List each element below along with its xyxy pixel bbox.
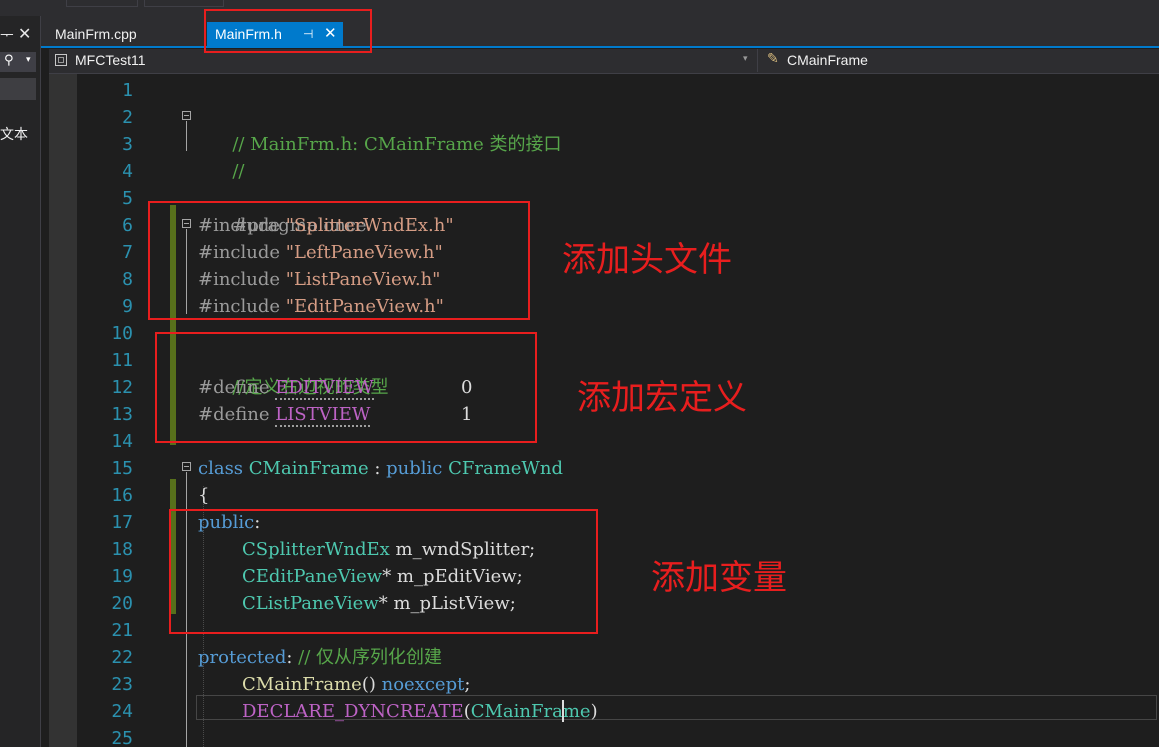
code-punct: () bbox=[361, 674, 376, 695]
line-number: 17 bbox=[111, 512, 133, 533]
class-label: CMainFrame bbox=[787, 52, 868, 68]
macro-name: DECLARE_DYNCREATE bbox=[242, 701, 464, 722]
code-comment: // 仅从序列化创建 bbox=[292, 647, 442, 668]
collapse-icon[interactable] bbox=[182, 111, 191, 120]
keyword: protected bbox=[198, 647, 287, 668]
code-punct: ) bbox=[590, 701, 598, 722]
code-punct: ; bbox=[464, 674, 471, 695]
project-dropdown[interactable]: MFCTest11 ▾ bbox=[49, 49, 758, 72]
line-number: 23 bbox=[111, 674, 133, 695]
outline-line bbox=[186, 121, 187, 151]
line-number: 21 bbox=[111, 620, 133, 641]
pin-icon[interactable]: ᅮ bbox=[0, 24, 14, 45]
panel-item-label[interactable]: 文本 bbox=[0, 124, 28, 144]
annotation-box-headers bbox=[148, 201, 530, 320]
line-number: 14 bbox=[111, 431, 133, 452]
line-number: 4 bbox=[122, 161, 133, 182]
code-line: CMainFrame() noexcept; bbox=[242, 671, 470, 698]
line-number: 5 bbox=[122, 188, 133, 209]
code-punct: : bbox=[368, 458, 387, 479]
chevron-down-icon[interactable]: ▾ bbox=[26, 55, 31, 65]
close-icon[interactable]: ✕ bbox=[18, 24, 31, 43]
toolbar-button[interactable] bbox=[66, 0, 138, 7]
annotation-box-macros bbox=[155, 332, 537, 443]
search-button[interactable]: ⚲ ▾ bbox=[0, 52, 36, 72]
class-dropdown[interactable]: ✎ CMainFrame bbox=[763, 49, 1159, 72]
line-number: 22 bbox=[111, 647, 133, 668]
code-line: // MainFrm.h: CMainFrame 类的接口 bbox=[198, 104, 561, 155]
ide-window: ᅮ ✕ ⚲ ▾ 文本 MainFrm.cpp MainFrm.h ⊣ ✕ MFC… bbox=[0, 0, 1159, 747]
line-number: 8 bbox=[122, 269, 133, 290]
search-icon: ⚲ bbox=[4, 53, 14, 68]
line-number: 16 bbox=[111, 485, 133, 506]
code-line: class CMainFrame : public CFrameWnd bbox=[198, 455, 563, 482]
code-line: { bbox=[198, 482, 209, 509]
solution-explorer-panel: ᅮ ✕ ⚲ ▾ 文本 bbox=[0, 16, 41, 747]
indicator-margin bbox=[49, 74, 77, 747]
line-number: 9 bbox=[122, 296, 133, 317]
class-name: CFrameWnd bbox=[448, 458, 564, 479]
class-name: CMainFrame bbox=[248, 458, 369, 479]
text-caret bbox=[562, 700, 564, 722]
line-number: 15 bbox=[111, 458, 133, 479]
code-comment: // MainFrm.h: CMainFrame 类的接口 bbox=[232, 134, 562, 155]
line-number: 25 bbox=[111, 728, 133, 747]
line-number: 2 bbox=[122, 107, 133, 128]
line-number: 1 bbox=[122, 80, 133, 101]
class-icon: ✎ bbox=[767, 51, 779, 67]
line-number: 3 bbox=[122, 134, 133, 155]
keyword: class bbox=[198, 458, 244, 479]
code-line: DECLARE_DYNCREATE(CMainFrame) bbox=[242, 698, 598, 725]
line-number: 18 bbox=[111, 539, 133, 560]
keyword: public bbox=[386, 458, 443, 479]
chevron-down-icon[interactable]: ▾ bbox=[743, 54, 748, 64]
code-line: // bbox=[198, 131, 244, 182]
line-number: 10 bbox=[111, 323, 133, 344]
function-name: CMainFrame bbox=[242, 674, 362, 695]
line-number: 6 bbox=[122, 215, 133, 236]
keyword: noexcept bbox=[375, 674, 465, 695]
collapse-icon[interactable] bbox=[182, 462, 191, 471]
code-comment: // bbox=[232, 161, 245, 182]
line-number: 19 bbox=[111, 566, 133, 587]
annotation-label-variables: 添加变量 bbox=[651, 558, 787, 598]
project-icon bbox=[55, 54, 67, 66]
line-number-gutter: 1 2 3 4 5 6 7 8 9 10 11 12 13 14 15 16 1… bbox=[77, 74, 133, 747]
project-label: MFCTest11 bbox=[75, 52, 146, 68]
line-number: 12 bbox=[111, 377, 133, 398]
selected-item[interactable] bbox=[0, 78, 36, 100]
line-number: 11 bbox=[111, 350, 133, 371]
line-number: 13 bbox=[111, 404, 133, 425]
annotation-label-headers: 添加头文件 bbox=[562, 240, 732, 280]
class-name: CMainFrame bbox=[470, 701, 591, 722]
code-punct: { bbox=[198, 485, 210, 506]
annotation-label-macros: 添加宏定义 bbox=[577, 378, 747, 418]
toolbar-button[interactable] bbox=[144, 0, 224, 7]
line-number: 24 bbox=[111, 701, 133, 722]
top-toolbar-strip bbox=[0, 0, 1159, 16]
annotation-box-variables bbox=[169, 509, 598, 634]
tab-mainfrm-cpp[interactable]: MainFrm.cpp bbox=[55, 22, 137, 46]
code-line: protected: // 仅从序列化创建 bbox=[198, 644, 442, 671]
line-number: 7 bbox=[122, 242, 133, 263]
line-number: 20 bbox=[111, 593, 133, 614]
panel-header: ᅮ ✕ bbox=[0, 24, 40, 44]
annotation-box-tab bbox=[204, 9, 372, 53]
code-punct: ( bbox=[463, 701, 471, 722]
